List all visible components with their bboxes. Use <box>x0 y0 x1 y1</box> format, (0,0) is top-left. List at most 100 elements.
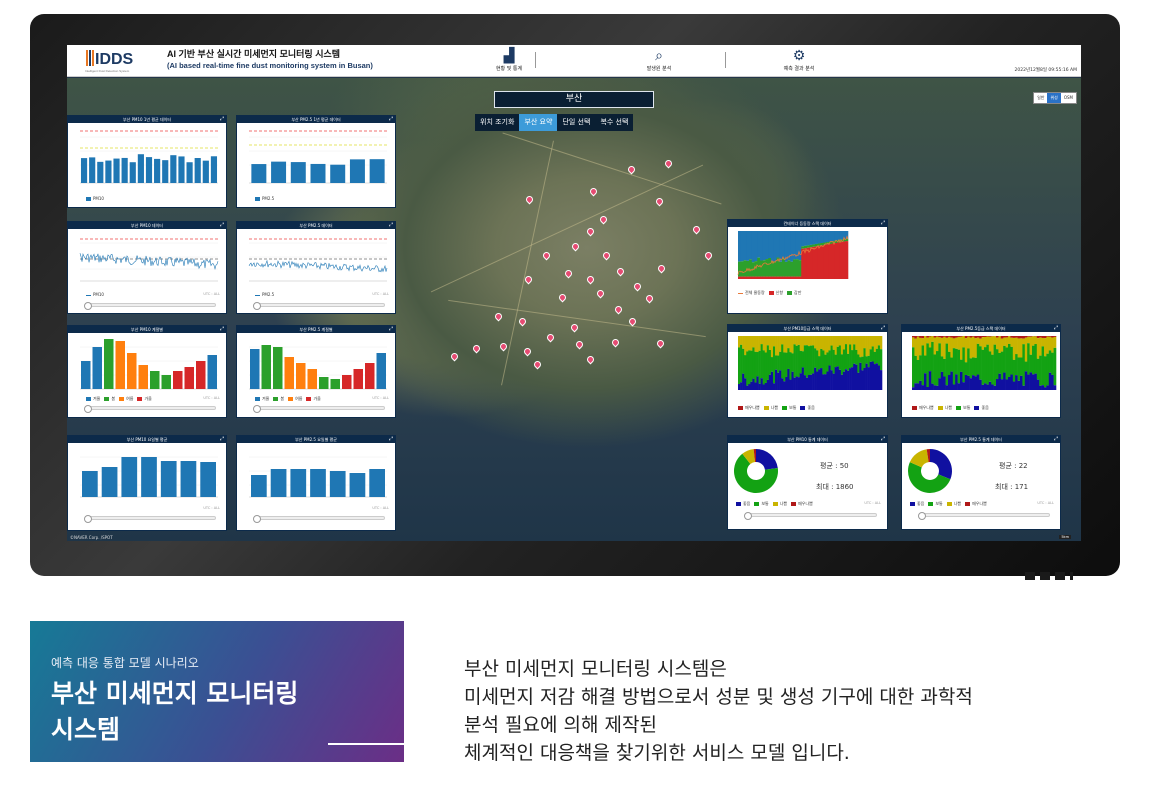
station-marker[interactable] <box>615 266 626 277</box>
station-marker[interactable] <box>569 322 580 333</box>
station-marker[interactable] <box>585 274 596 285</box>
nav-divider <box>535 52 536 68</box>
panel-title[interactable]: 부산 PM2.5등급 스택 데이터 <box>902 325 1060 332</box>
time-range-slider[interactable] <box>84 515 216 523</box>
time-range-slider[interactable] <box>253 302 385 310</box>
panel-title[interactable]: 부산 PM2.5 통계 데이터 <box>902 436 1060 443</box>
station-marker[interactable] <box>595 288 606 299</box>
map-type-osm[interactable]: OSM <box>1060 93 1076 103</box>
tab-multi-select[interactable]: 복수 선택 <box>595 114 634 131</box>
panel-title[interactable]: 부산 PM10 요일별 평균 <box>68 436 226 443</box>
time-range-slider[interactable] <box>84 405 216 413</box>
station-marker[interactable] <box>563 268 574 279</box>
station-marker[interactable] <box>532 359 543 370</box>
bar <box>251 475 267 497</box>
station-marker[interactable] <box>498 341 509 352</box>
stack-segment <box>933 337 937 355</box>
stack-segment <box>789 336 792 353</box>
time-range-slider[interactable] <box>253 515 385 523</box>
stack-segment <box>793 344 796 378</box>
stack-segment <box>1039 337 1042 356</box>
station-marker[interactable] <box>557 292 568 303</box>
panel-title[interactable]: 컨테이너 등동량 스택 데이터 <box>728 220 887 227</box>
stack-segment <box>1032 374 1035 390</box>
map-type-satellite[interactable]: 위성 <box>1047 93 1061 103</box>
station-marker[interactable] <box>655 338 666 349</box>
stack-segment <box>805 345 809 378</box>
panel-title[interactable]: 부산 PM2.5 1년 평균 데이터 <box>237 116 395 123</box>
nav-source-analysis[interactable]: ⌕ 발생원 분석 <box>609 47 709 72</box>
station-marker[interactable] <box>703 250 714 261</box>
stack-segment <box>816 371 819 390</box>
station-marker[interactable] <box>493 311 504 322</box>
panel-title[interactable]: 부산 PM10 계절별 <box>68 326 226 333</box>
station-marker[interactable] <box>588 186 599 197</box>
stack-segment <box>1012 336 1016 338</box>
stack-segment <box>943 336 946 337</box>
stack-segment <box>945 385 949 390</box>
panel-title[interactable]: 부산 PM2.5 요일별 평균 <box>237 436 395 443</box>
map-type-normal[interactable]: 일반 <box>1034 93 1048 103</box>
station-marker[interactable] <box>523 274 534 285</box>
stack-segment <box>781 378 784 390</box>
station-marker[interactable] <box>654 196 665 207</box>
station-marker[interactable] <box>545 332 556 343</box>
station-marker[interactable] <box>610 337 621 348</box>
tab-single-select[interactable]: 단일 선택 <box>557 114 596 131</box>
panel-title[interactable]: 부산 PM2.5 계절별 <box>237 326 395 333</box>
stack-segment <box>832 373 835 390</box>
station-marker[interactable] <box>574 339 585 350</box>
station-marker[interactable] <box>656 263 667 274</box>
station-marker[interactable] <box>585 226 596 237</box>
satellite-map[interactable]: 부산 위치 조기화 부산 요약 단일 선택 복수 선택 일반 위성 OSM 부산… <box>67 78 1081 541</box>
station-marker[interactable] <box>598 214 609 225</box>
time-range-slider[interactable] <box>918 512 1050 520</box>
stack-segment <box>812 345 815 374</box>
season-legend: 겨울 봄 여름 가을 <box>82 396 152 402</box>
stack-segment <box>812 373 815 390</box>
bar <box>81 361 91 389</box>
station-marker[interactable] <box>449 351 460 362</box>
station-marker[interactable] <box>517 316 528 327</box>
stack-segment <box>834 367 838 390</box>
stack-segment <box>779 276 783 279</box>
station-marker[interactable] <box>663 158 674 169</box>
station-marker[interactable] <box>691 224 702 235</box>
panel-title[interactable]: 부산 PM10 통계 데이터 <box>728 436 887 443</box>
time-range-slider[interactable] <box>253 405 385 413</box>
station-marker[interactable] <box>570 241 581 252</box>
panel-pm25-stack: 부산 PM2.5등급 스택 데이터 매우나쁨나쁨보통좋음 <box>901 324 1061 418</box>
station-marker[interactable] <box>522 346 533 357</box>
station-marker[interactable] <box>471 343 482 354</box>
stack-segment <box>921 336 925 339</box>
tab-reset-location[interactable]: 위치 조기화 <box>475 114 520 131</box>
stack-segment <box>839 242 843 279</box>
station-marker[interactable] <box>541 250 552 261</box>
stack-segment <box>938 343 942 379</box>
station-marker[interactable] <box>613 304 624 315</box>
stack-segment <box>931 336 934 342</box>
station-marker[interactable] <box>601 250 612 261</box>
stack-segment <box>1027 336 1030 337</box>
app-logo[interactable]: IDDS Intelligent Dust Detection System <box>85 51 133 73</box>
panel-title[interactable]: 부산 PM10 데이터 <box>68 222 226 229</box>
stack-segment <box>744 336 747 356</box>
stack-segment <box>807 346 811 375</box>
time-range-slider[interactable] <box>84 302 216 310</box>
panel-title[interactable]: 부산 PM10등급 스택 데이터 <box>728 325 887 332</box>
nav-status-stats[interactable]: ▟ 현황 및 통계 <box>459 47 559 72</box>
stack-segment <box>916 336 920 360</box>
nav-forecast-analysis[interactable]: ⚙ 예측 결과 분석 <box>749 47 849 72</box>
tab-busan-summary[interactable]: 부산 요약 <box>519 114 558 131</box>
stack-segment <box>762 384 766 390</box>
station-marker[interactable] <box>644 293 655 304</box>
panel-title[interactable]: 부산 PM2.5 데이터 <box>237 222 395 229</box>
stack-segment <box>1015 375 1018 390</box>
station-marker[interactable] <box>585 354 596 365</box>
stack-segment <box>957 383 961 390</box>
station-marker[interactable] <box>632 281 643 292</box>
panel-title[interactable]: 부산 PM10 1년 평균 데이터 <box>68 116 226 123</box>
time-range-slider[interactable] <box>744 512 877 520</box>
stack-segment <box>948 336 951 352</box>
station-marker[interactable] <box>524 194 535 205</box>
